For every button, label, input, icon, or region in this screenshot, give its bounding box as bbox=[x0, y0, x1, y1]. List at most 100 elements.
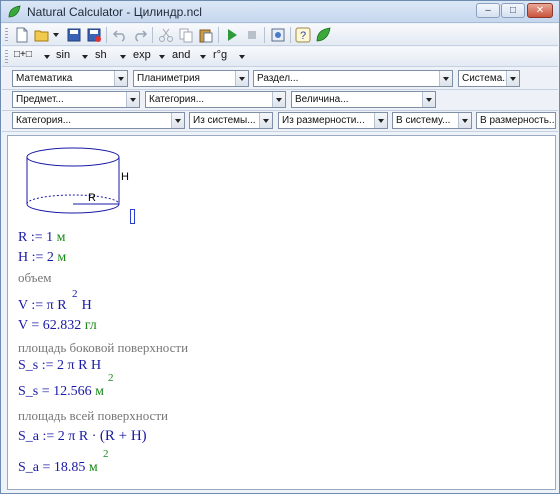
expression-V-result[interactable]: V = 62.832 гл bbox=[18, 318, 97, 334]
units-button[interactable]: r°g bbox=[213, 49, 227, 61]
chevron-down-icon[interactable] bbox=[422, 92, 435, 107]
unit-category-select[interactable]: Категория... bbox=[12, 112, 185, 129]
chevron-down-icon[interactable] bbox=[506, 71, 519, 86]
leaf-icon[interactable] bbox=[315, 27, 331, 43]
domain-select[interactable]: Математика bbox=[12, 70, 128, 87]
category-select-value: Категория... bbox=[149, 94, 205, 105]
toolbar-separator bbox=[152, 27, 153, 43]
expression-Ss-definition[interactable]: S_s := 2 π R H bbox=[18, 358, 101, 374]
chevron-down-icon[interactable] bbox=[272, 92, 285, 107]
insert-operator-button[interactable]: □+□ bbox=[14, 49, 32, 60]
toolbar-separator bbox=[264, 27, 265, 43]
worksheet[interactable]: H R R := 1 м H := 2 м объем V := π R H 2 bbox=[7, 135, 556, 490]
toolbar-separator bbox=[218, 27, 219, 43]
function-toolbar: □+□ sin sh exp and r°g bbox=[2, 47, 558, 67]
stop-icon[interactable] bbox=[244, 27, 260, 43]
chevron-down-icon[interactable] bbox=[235, 71, 248, 86]
result-value: 18.85 bbox=[53, 460, 86, 475]
expression-V-definition[interactable]: V := π R H bbox=[18, 298, 92, 314]
to-system-select[interactable]: В систему... bbox=[392, 112, 472, 129]
run-icon[interactable] bbox=[224, 27, 240, 43]
subject-area-select[interactable]: Планиметрия bbox=[133, 70, 249, 87]
save-as-icon[interactable] bbox=[86, 27, 102, 43]
variable-name: H bbox=[18, 250, 29, 265]
close-button[interactable]: ✕ bbox=[527, 3, 553, 18]
maximize-button[interactable]: □ bbox=[501, 3, 525, 18]
comment-lateral-surface[interactable]: площадь боковой поверхности bbox=[18, 340, 188, 356]
expression-Sa-result[interactable]: S_a = 18.85 м bbox=[18, 460, 98, 476]
expression: π R bbox=[46, 298, 67, 313]
expression-Ss-result[interactable]: S_s = 12.566 м bbox=[18, 384, 104, 400]
system-select-value: Система... bbox=[462, 73, 511, 84]
system-select[interactable]: Система... bbox=[458, 70, 520, 87]
sin-dropdown-arrow[interactable] bbox=[82, 55, 88, 59]
open-folder-icon[interactable] bbox=[34, 27, 50, 43]
to-dimension-select-value: В размерность... bbox=[480, 115, 556, 126]
chevron-down-icon[interactable] bbox=[439, 71, 452, 86]
unit: м bbox=[57, 250, 67, 265]
subject-select[interactable]: Предмет... bbox=[12, 91, 140, 108]
from-dimension-select[interactable]: Из размерности... bbox=[278, 112, 388, 129]
equals-operator: = bbox=[31, 318, 40, 333]
from-system-select[interactable]: Из системы... bbox=[189, 112, 273, 129]
main-toolbar: ? bbox=[2, 24, 558, 46]
unit: м bbox=[95, 384, 104, 399]
variable-name: S_s bbox=[18, 358, 39, 373]
exponent: 2 bbox=[72, 288, 78, 300]
exp-button[interactable]: exp bbox=[133, 49, 151, 61]
assign-operator: := bbox=[30, 230, 43, 245]
category-select[interactable]: Категория... bbox=[145, 91, 286, 108]
exp-dropdown-arrow[interactable] bbox=[159, 55, 165, 59]
and-button[interactable]: and bbox=[172, 49, 190, 61]
toolbar-separator bbox=[290, 27, 291, 43]
undo-icon[interactable] bbox=[112, 27, 128, 43]
comment-volume[interactable]: объем bbox=[18, 270, 52, 286]
exponent: 2 bbox=[108, 372, 114, 384]
sh-button[interactable]: sh bbox=[95, 49, 107, 61]
unit: гл bbox=[84, 318, 97, 333]
section-select-value: Раздел... bbox=[257, 73, 299, 84]
new-file-icon[interactable] bbox=[14, 27, 30, 43]
units-dropdown-arrow[interactable] bbox=[239, 55, 245, 59]
paste-icon[interactable] bbox=[198, 27, 214, 43]
height-label: H bbox=[121, 171, 129, 183]
to-system-select-value: В систему... bbox=[396, 115, 451, 126]
expression-R-definition[interactable]: R := 1 м bbox=[18, 230, 66, 246]
expression-H-definition[interactable]: H := 2 м bbox=[18, 250, 66, 266]
chevron-down-icon[interactable] bbox=[171, 113, 184, 128]
chevron-down-icon[interactable] bbox=[374, 113, 387, 128]
value: 1 bbox=[46, 230, 54, 245]
and-dropdown-arrow[interactable] bbox=[200, 55, 206, 59]
comment-total-surface[interactable]: площадь всей поверхности bbox=[18, 408, 168, 424]
chevron-down-icon[interactable] bbox=[458, 113, 471, 128]
chevron-down-icon[interactable] bbox=[114, 71, 127, 86]
chevron-down-icon[interactable] bbox=[126, 92, 139, 107]
insert-dropdown-arrow[interactable] bbox=[44, 55, 50, 59]
variable-name: S_s bbox=[18, 384, 39, 399]
chevron-down-icon[interactable] bbox=[259, 113, 272, 128]
copy-icon[interactable] bbox=[178, 27, 194, 43]
variable-name: R bbox=[18, 230, 28, 245]
app-window: Natural Calculator - Цилиндр.ncl – □ ✕ ?… bbox=[0, 0, 560, 494]
exponent: 2 bbox=[103, 448, 109, 460]
toolbar-gripper[interactable] bbox=[5, 50, 8, 64]
sh-dropdown-arrow[interactable] bbox=[120, 55, 126, 59]
quantity-select[interactable]: Величина... bbox=[291, 91, 436, 108]
expression-Sa-definition[interactable]: S_a := 2 π R · (R + H) bbox=[18, 428, 147, 445]
minimize-button[interactable]: – bbox=[476, 3, 500, 18]
sin-button[interactable]: sin bbox=[56, 49, 70, 61]
open-dropdown-arrow[interactable] bbox=[53, 33, 59, 37]
to-dimension-select[interactable]: В размерность... bbox=[476, 112, 556, 129]
variable-name: S_a bbox=[18, 429, 39, 444]
section-select[interactable]: Раздел... bbox=[253, 70, 453, 87]
save-icon[interactable] bbox=[66, 27, 82, 43]
help-icon[interactable]: ? bbox=[295, 27, 311, 43]
quantity-select-value: Величина... bbox=[295, 94, 349, 105]
redo-icon[interactable] bbox=[132, 27, 148, 43]
assign-operator: := bbox=[41, 358, 54, 373]
cut-icon[interactable] bbox=[158, 27, 174, 43]
assign-operator: := bbox=[31, 298, 44, 313]
toolbar-gripper[interactable] bbox=[5, 28, 8, 42]
settings-icon[interactable] bbox=[270, 27, 286, 43]
selector-row-3: Категория... Из системы... Из размерност… bbox=[2, 111, 558, 132]
